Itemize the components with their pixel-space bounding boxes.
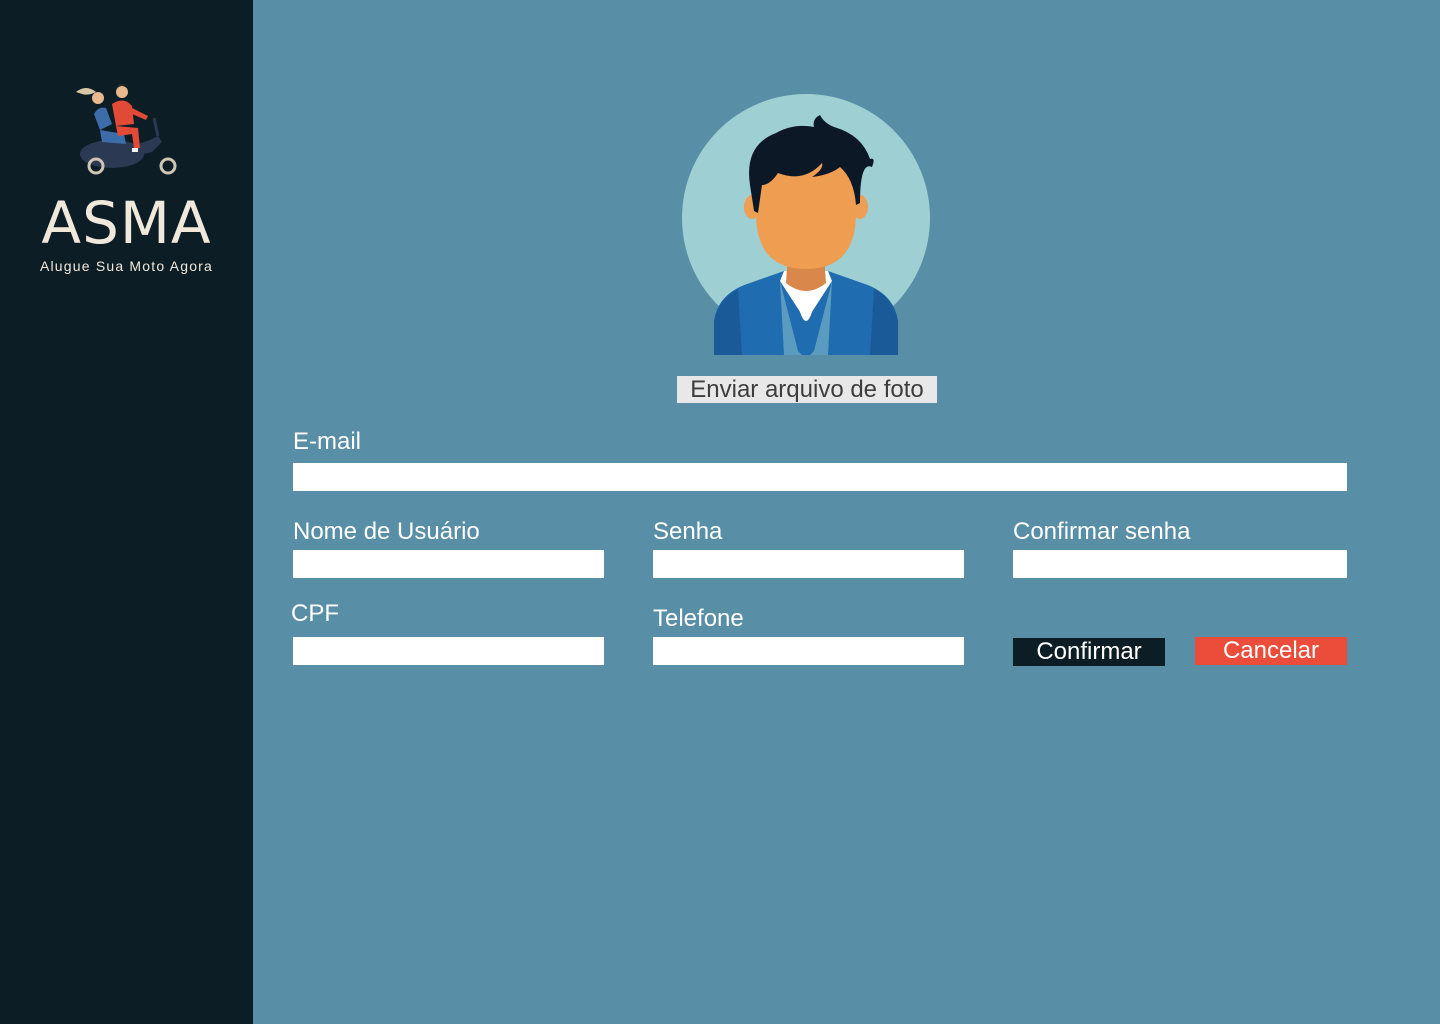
upload-photo-button[interactable]: Enviar arquivo de foto [677, 376, 937, 403]
phone-label: Telefone [653, 605, 744, 632]
password-label: Senha [653, 518, 723, 545]
cpf-label: CPF [291, 600, 339, 627]
password-field[interactable] [653, 550, 964, 578]
scooter-logo-icon [76, 83, 177, 175]
brand-tagline: Alugue Sua Moto Agora [39, 258, 214, 274]
sidebar: ASMA Alugue Sua Moto Agora [0, 0, 253, 1024]
email-field[interactable] [293, 463, 1347, 491]
confirm-password-field[interactable] [1013, 550, 1347, 578]
phone-field[interactable] [653, 637, 964, 665]
username-label: Nome de Usuário [293, 518, 480, 545]
confirm-password-label: Confirmar senha [1013, 518, 1191, 545]
brand-name: ASMA [41, 189, 212, 257]
username-field[interactable] [293, 550, 604, 578]
user-avatar-icon [682, 94, 930, 355]
email-label: E-mail [293, 428, 362, 455]
confirm-button[interactable]: Confirmar [1013, 638, 1165, 666]
cancel-button[interactable]: Cancelar [1195, 637, 1347, 665]
cpf-field[interactable] [293, 637, 604, 665]
